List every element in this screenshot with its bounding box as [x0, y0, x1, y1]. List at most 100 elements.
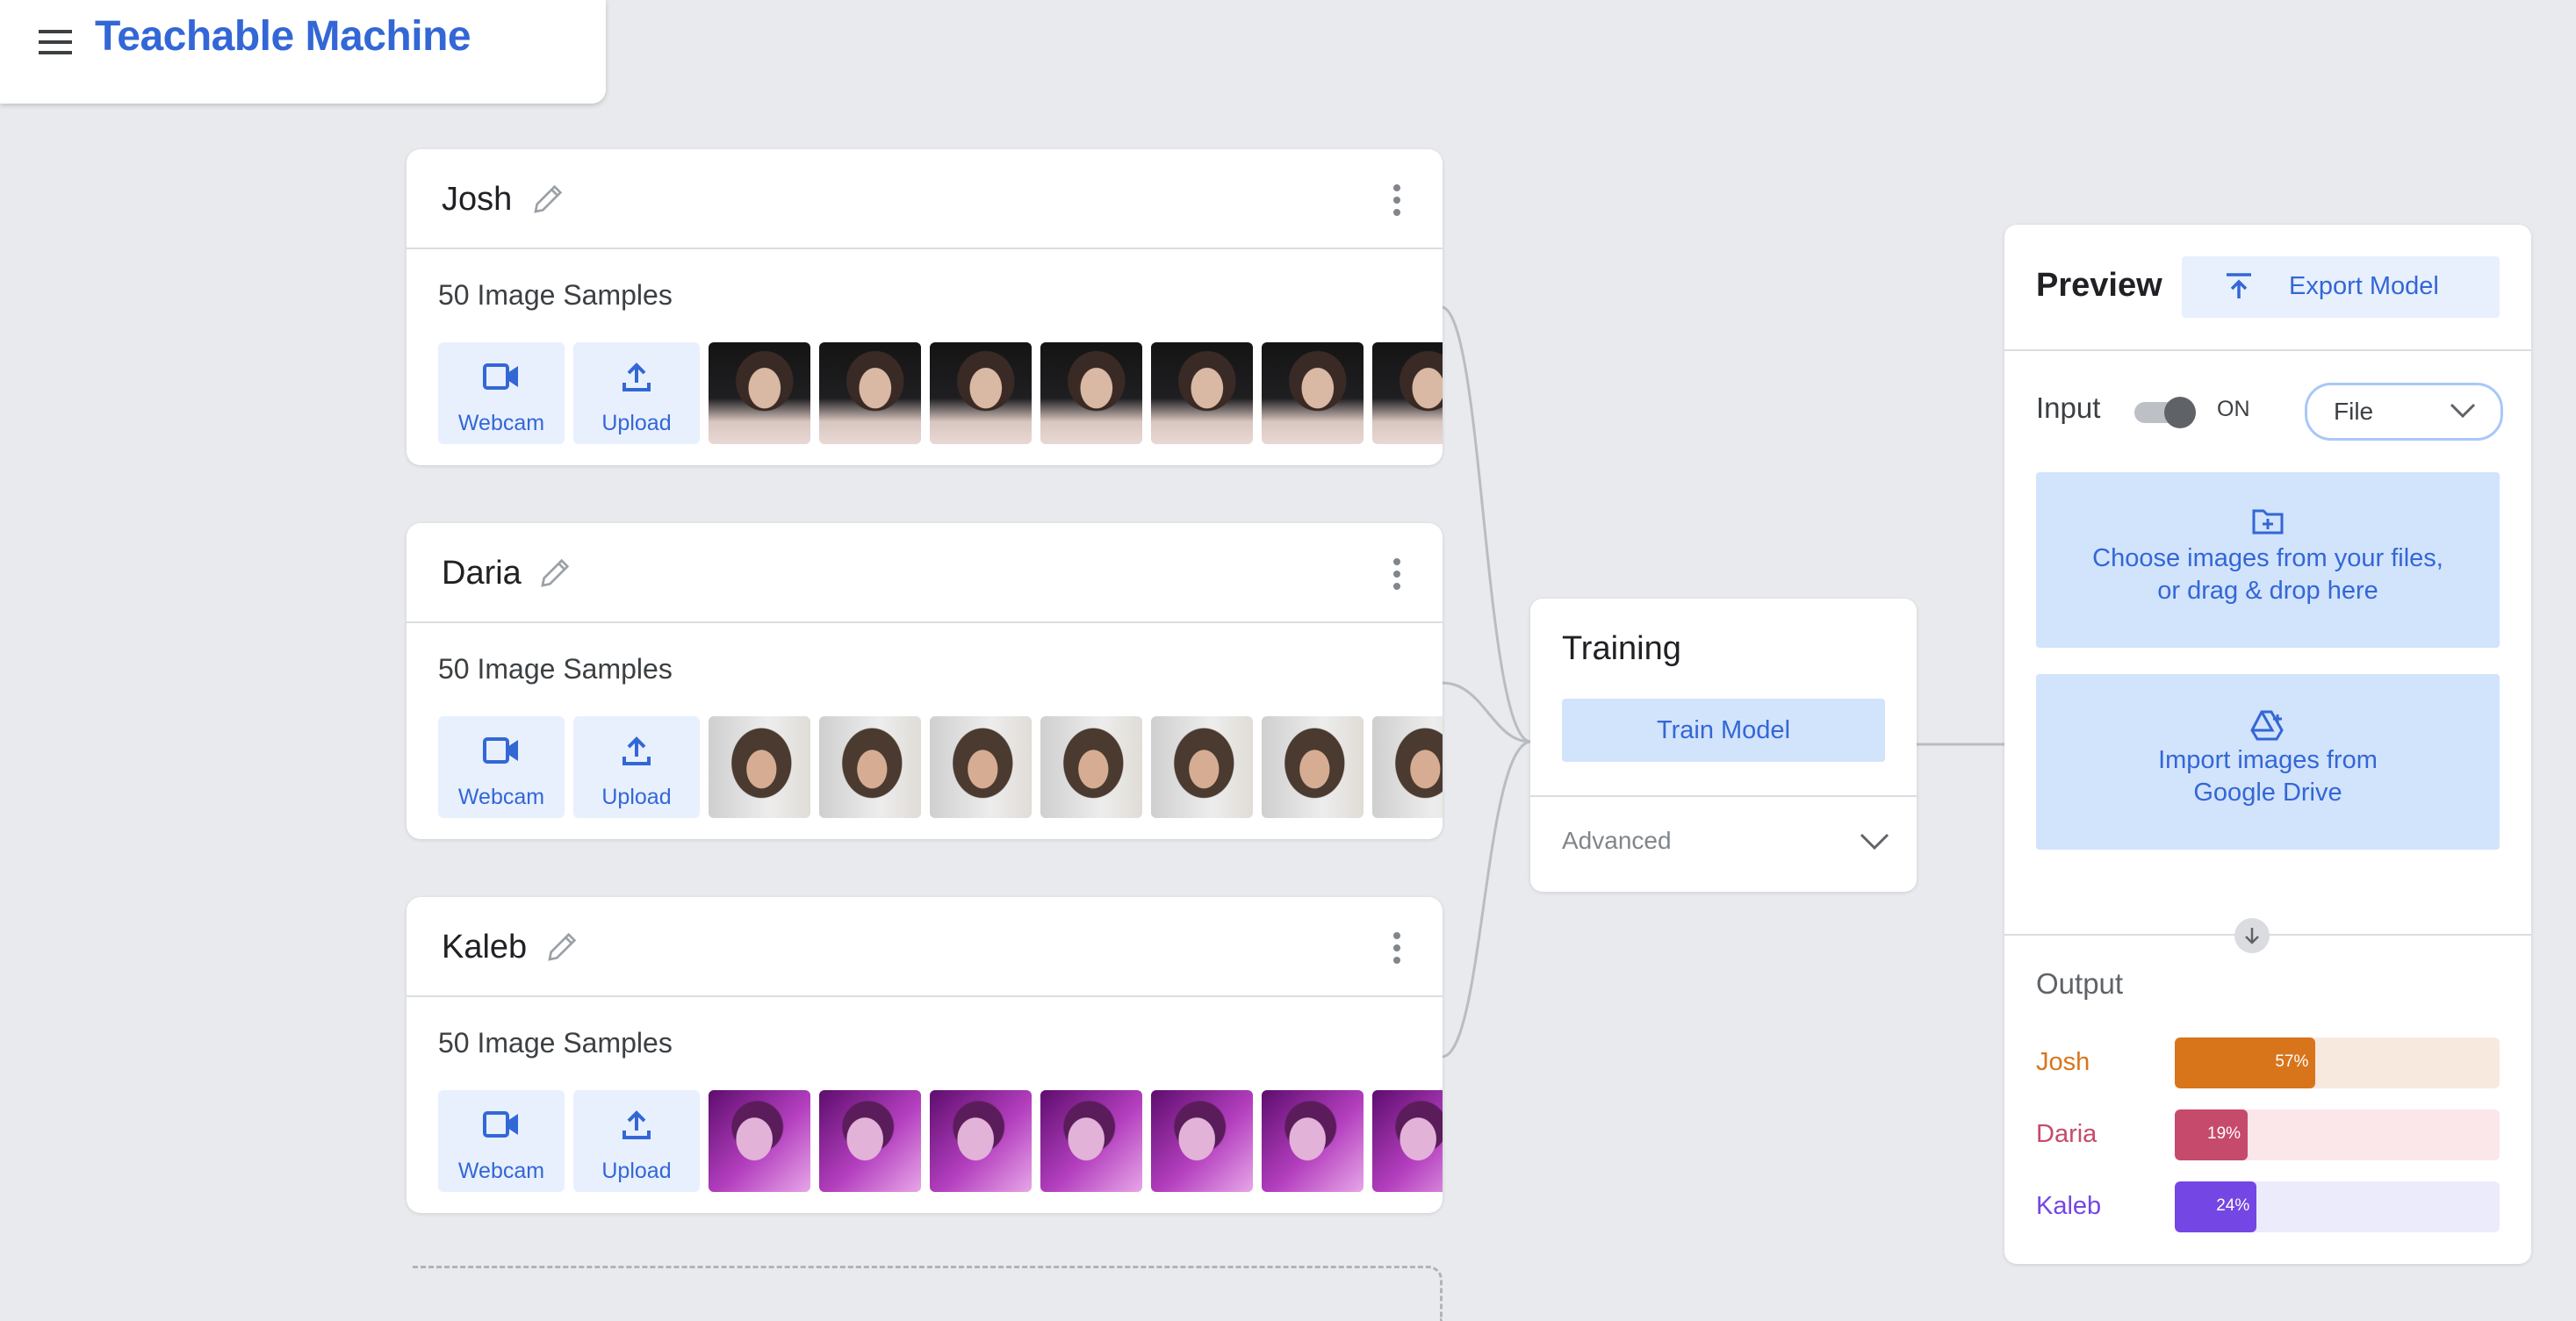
videocam-icon — [483, 737, 518, 764]
more-vert-icon[interactable] — [1392, 930, 1402, 966]
class-card-header: Daria — [407, 523, 1443, 623]
sample-thumbnail[interactable] — [1040, 1090, 1142, 1192]
export-icon — [2227, 273, 2251, 298]
output-bar-track: 57% — [2175, 1037, 2500, 1088]
choose-files-line2: or drag & drop here — [2157, 577, 2378, 605]
upload-button[interactable]: Upload — [573, 1090, 700, 1192]
choose-files-dropzone[interactable]: Choose images from your files, or drag & … — [2036, 472, 2500, 648]
sample-thumbnail[interactable] — [1372, 342, 1443, 444]
folder-add-icon — [2252, 509, 2284, 535]
sample-thumbnail[interactable] — [930, 716, 1032, 818]
sample-thumbnails — [709, 716, 1443, 818]
output-label: Kaleb — [2036, 1192, 2102, 1220]
videocam-icon — [483, 363, 518, 390]
chevron-down-icon — [2450, 403, 2476, 419]
sample-thumbnail[interactable] — [709, 1090, 810, 1192]
class-card-header: Kaleb — [407, 897, 1443, 997]
sample-thumbnail[interactable] — [1040, 716, 1142, 818]
train-model-button[interactable]: Train Model — [1562, 699, 1885, 762]
output-bar-fill: 57% — [2175, 1037, 2316, 1088]
input-toggle[interactable] — [2134, 395, 2196, 428]
output-label: Josh — [2036, 1048, 2090, 1076]
import-drive-button[interactable]: Import images from Google Drive — [2036, 674, 2500, 850]
sample-thumbnail[interactable] — [819, 716, 921, 818]
output-row-kaleb: Kaleb 24% — [2036, 1181, 2500, 1232]
training-title: Training — [1562, 630, 1681, 667]
samples-count: 50 Image Samples — [438, 1027, 673, 1059]
sample-thumbnail[interactable] — [709, 342, 810, 444]
sample-thumbnail[interactable] — [1151, 716, 1253, 818]
upload-label: Upload — [601, 411, 672, 435]
webcam-button[interactable]: Webcam — [438, 342, 565, 444]
advanced-toggle[interactable]: Advanced — [1530, 797, 1917, 892]
pencil-icon[interactable] — [545, 929, 580, 964]
webcam-label: Webcam — [457, 1159, 545, 1183]
sample-thumbnail[interactable] — [1151, 1090, 1253, 1192]
sample-thumbnail[interactable] — [819, 1090, 921, 1192]
webcam-label: Webcam — [457, 785, 545, 809]
webcam-button[interactable]: Webcam — [438, 1090, 565, 1192]
export-model-button[interactable]: Export Model — [2182, 256, 2500, 318]
sample-thumbnail[interactable] — [819, 342, 921, 444]
sample-thumbnail[interactable] — [1372, 716, 1443, 818]
output-row-josh: Josh 57% — [2036, 1037, 2500, 1088]
arrow-down-icon[interactable] — [2234, 918, 2270, 953]
class-name[interactable]: Josh — [442, 181, 512, 219]
class-card-josh: Josh 50 Image Samples Webcam Upload — [407, 149, 1443, 465]
sample-thumbnail[interactable] — [1372, 1090, 1443, 1192]
output-bar-track: 19% — [2175, 1109, 2500, 1160]
preview-panel: Preview Export Model Input ON File Choos… — [2004, 225, 2531, 1264]
samples-count: 50 Image Samples — [438, 653, 673, 685]
pencil-icon[interactable] — [538, 555, 573, 590]
output-percent: 24% — [2216, 1196, 2250, 1215]
output-bar-fill: 24% — [2175, 1181, 2257, 1232]
upload-label: Upload — [601, 785, 672, 809]
advanced-label: Advanced — [1562, 827, 1672, 854]
input-label: Input — [2036, 391, 2101, 424]
sample-thumbnails — [709, 342, 1443, 444]
input-source-value: File — [2334, 398, 2374, 425]
sample-thumbnail[interactable] — [1262, 716, 1364, 818]
sample-thumbnail[interactable] — [709, 716, 810, 818]
sample-thumbnail[interactable] — [930, 342, 1032, 444]
toggle-state: ON — [2217, 397, 2250, 421]
import-drive-line2: Google Drive — [2193, 779, 2342, 807]
output-row-daria: Daria 19% — [2036, 1109, 2500, 1160]
sample-thumbnail[interactable] — [930, 1090, 1032, 1192]
upload-icon — [622, 363, 651, 391]
output-percent: 19% — [2207, 1124, 2241, 1143]
upload-label: Upload — [601, 1159, 672, 1183]
chevron-down-icon — [1860, 833, 1889, 851]
webcam-label: Webcam — [457, 411, 545, 435]
input-source-select[interactable]: File — [2305, 383, 2503, 441]
upload-icon — [622, 1110, 651, 1139]
webcam-button[interactable]: Webcam — [438, 716, 565, 818]
class-card-header: Josh — [407, 149, 1443, 249]
google-drive-icon — [2250, 710, 2284, 741]
sample-thumbnail[interactable] — [1262, 342, 1364, 444]
divider — [2004, 349, 2531, 351]
training-card: Training Train Model Advanced — [1530, 599, 1917, 892]
upload-icon — [622, 736, 651, 765]
output-label: Daria — [2036, 1120, 2097, 1148]
preview-title: Preview — [2036, 267, 2162, 304]
upload-button[interactable]: Upload — [573, 342, 700, 444]
import-drive-line1: Import images from — [2158, 746, 2378, 774]
pencil-icon[interactable] — [531, 181, 566, 216]
choose-files-line1: Choose images from your files, — [2092, 544, 2443, 572]
sample-thumbnail[interactable] — [1151, 342, 1253, 444]
samples-count: 50 Image Samples — [438, 279, 673, 311]
output-percent: 57% — [2275, 1052, 2309, 1071]
sample-thumbnails — [709, 1090, 1443, 1192]
class-name[interactable]: Kaleb — [442, 929, 527, 966]
output-bar-fill: 19% — [2175, 1109, 2249, 1160]
upload-button[interactable]: Upload — [573, 716, 700, 818]
sample-thumbnail[interactable] — [1040, 342, 1142, 444]
more-vert-icon[interactable] — [1392, 556, 1402, 592]
output-title: Output — [2036, 967, 2124, 1000]
more-vert-icon[interactable] — [1392, 183, 1402, 218]
videocam-icon — [483, 1111, 518, 1138]
class-name[interactable]: Daria — [442, 555, 522, 592]
class-card-daria: Daria 50 Image Samples Webcam Upload — [407, 523, 1443, 839]
sample-thumbnail[interactable] — [1262, 1090, 1364, 1192]
